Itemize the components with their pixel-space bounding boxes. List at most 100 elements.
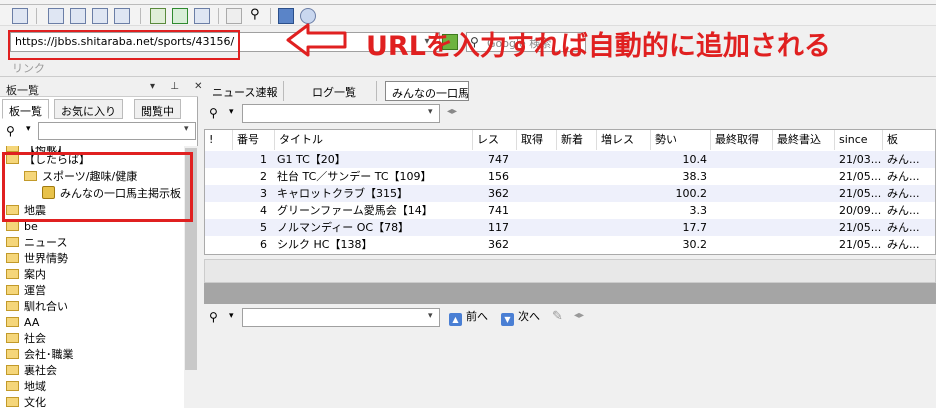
table-row[interactable]: 1 G1 TC【20】 747 10.4 21/03... みん... — [205, 151, 935, 168]
folder-icon — [6, 253, 19, 263]
prev-label: 前へ — [466, 310, 488, 323]
thread-list: ! 番号 タイトル レス 取得 新着 増レス 勢い 最終取得 最終書込 since 板 1 G1 TC【2… — [204, 129, 936, 255]
table-row[interactable]: 2 社台 TC／サンデー TC【109】 156 38.3 21/05... みん... — [205, 168, 935, 185]
link-label: リンク — [12, 62, 45, 75]
table-row[interactable]: 5 ノルマンディー OC【78】 117 17.7 21/05... みん... — [205, 219, 935, 236]
disabled-icon — [226, 8, 242, 24]
tree-folder-item[interactable]: 世界情勢 — [6, 251, 68, 267]
prev-next-icon[interactable]: ◂▸ — [574, 310, 584, 321]
search-icon[interactable]: ⚲ — [209, 106, 218, 120]
cell-board: みん... — [887, 221, 920, 234]
col-inc-res-header[interactable]: 増レス — [597, 130, 651, 150]
tree-item-label: AA — [24, 316, 40, 329]
search-icon[interactable]: ⚲ — [6, 124, 15, 138]
stop-icon[interactable] — [194, 8, 210, 24]
tree-folder-item[interactable]: ニュース — [6, 235, 67, 251]
cell-ikioi: 10.4 — [682, 153, 708, 166]
col-since-header[interactable]: since — [835, 130, 883, 150]
tree-item-label: 案内 — [24, 268, 46, 281]
col-board-header[interactable]: 板 — [883, 130, 935, 150]
cell-ikioi: 3.3 — [689, 204, 708, 217]
cell-ikioi: 38.3 — [682, 170, 708, 183]
new-window-icon[interactable] — [12, 8, 28, 24]
col-last-fetch-header[interactable]: 最終取得 — [711, 130, 773, 150]
chevron-down-icon[interactable]: ▾ — [229, 107, 234, 117]
tree-folder-item[interactable]: 裏社会 — [6, 363, 57, 379]
tree-folder-item[interactable]: AA — [6, 315, 39, 331]
pen-icon[interactable]: ✎ — [552, 309, 563, 324]
next-button[interactable]: ▼ 次へ — [501, 309, 540, 326]
col-new-header[interactable]: 新着 — [557, 130, 597, 150]
tree-folder-item[interactable]: 社会 — [6, 331, 46, 347]
col-number-header[interactable]: 番号 — [233, 130, 275, 150]
chevron-down-icon[interactable]: ▾ — [428, 311, 433, 321]
toolbar-separator — [218, 8, 219, 24]
tree-folder-item[interactable]: 案内 — [6, 267, 46, 283]
layout-icon[interactable] — [70, 8, 86, 24]
cell-ikioi: 30.2 — [682, 238, 708, 251]
menu-strip — [0, 0, 936, 5]
arrow-left-icon — [286, 23, 347, 57]
cell-title: 社台 TC／サンデー TC【109】 — [277, 170, 432, 183]
annotation-text: URLを入力すれば自動的に追加される — [366, 31, 831, 62]
search-icon[interactable]: ⚲ — [209, 310, 218, 324]
table-row[interactable]: 3 キャロットクラブ【315】 362 100.2 21/05... みん... — [205, 185, 935, 202]
tree-highlight-box — [2, 152, 193, 222]
thread-find-input[interactable] — [242, 308, 440, 327]
tree-item-label: 裏社会 — [24, 364, 57, 377]
cell-res: 747 — [488, 153, 509, 166]
chevron-down-icon[interactable]: ▾ — [428, 107, 433, 117]
folder-icon — [6, 301, 19, 311]
tab-browsing[interactable]: 閲覧中 — [134, 99, 181, 119]
cell-res: 156 — [488, 170, 509, 183]
table-row[interactable]: 4 グリーンファーム愛馬会【14】 741 3.3 20/09... みん... — [205, 202, 935, 219]
tree-folder-item[interactable]: 地域 — [6, 379, 46, 395]
cell-res: 117 — [488, 221, 509, 234]
tab-minna[interactable]: みんなの一口馬 — [385, 81, 469, 101]
tree-item-label: ニュース — [24, 236, 68, 249]
tab-board-list[interactable]: 板一覧 — [2, 99, 49, 119]
cell-title: キャロットクラブ【315】 — [277, 187, 408, 200]
col-res-header[interactable]: レス — [473, 130, 517, 150]
folder-icon — [6, 381, 19, 391]
layout-icon[interactable] — [114, 8, 130, 24]
chevron-down-icon[interactable]: ▾ — [26, 124, 31, 134]
table-row[interactable]: 6 シルク HC【138】 362 30.2 21/05... みん... — [205, 236, 935, 253]
cell-board: みん... — [887, 187, 920, 200]
tab-favorites[interactable]: お気に入り — [54, 99, 123, 119]
panel-controls[interactable]: ▾ ⊥ ✕ — [150, 81, 208, 92]
col-title-header[interactable]: タイトル — [275, 130, 473, 150]
col-last-post-header[interactable]: 最終書込 — [773, 130, 835, 150]
next-label: 次へ — [518, 310, 540, 323]
cell-board: みん... — [887, 153, 920, 166]
cell-no: 4 — [260, 204, 267, 217]
status-area — [204, 259, 936, 283]
tree-folder-item[interactable]: 会社･職業 — [6, 347, 74, 363]
splitter-bar[interactable] — [204, 283, 936, 304]
tree-folder-item[interactable]: 運営 — [6, 283, 46, 299]
cell-res: 362 — [488, 238, 509, 251]
search-icon[interactable]: ⚲ — [250, 7, 260, 22]
layout-icon[interactable] — [48, 8, 64, 24]
cell-no: 6 — [260, 238, 267, 251]
cell-board: みん... — [887, 238, 920, 251]
layout-icon[interactable] — [92, 8, 108, 24]
tree-folder-item[interactable]: 馴れ合い — [6, 299, 68, 315]
col-flag-header[interactable]: ! — [205, 130, 233, 150]
chevron-down-icon[interactable]: ▾ — [229, 311, 234, 321]
tab-log-list[interactable]: ログ一覧 — [292, 81, 377, 101]
tab-news[interactable]: ニュース速報 — [206, 81, 285, 101]
write-icon[interactable] — [150, 8, 166, 24]
cell-board: みん... — [887, 170, 920, 183]
refresh-icon[interactable] — [172, 8, 188, 24]
thread-search-input[interactable] — [242, 104, 440, 123]
folder-icon — [6, 365, 19, 375]
cell-since: 21/05... — [839, 170, 882, 183]
col-fetched-header[interactable]: 取得 — [517, 130, 557, 150]
tree-folder-item[interactable]: 文化 — [6, 395, 46, 408]
chevron-down-icon[interactable]: ▾ — [184, 124, 189, 134]
board-search-input[interactable] — [38, 122, 196, 140]
col-momentum-header[interactable]: 勢い — [651, 130, 711, 150]
prev-next-icon[interactable]: ◂▸ — [447, 106, 457, 117]
prev-button[interactable]: ▲ 前へ — [449, 309, 488, 326]
